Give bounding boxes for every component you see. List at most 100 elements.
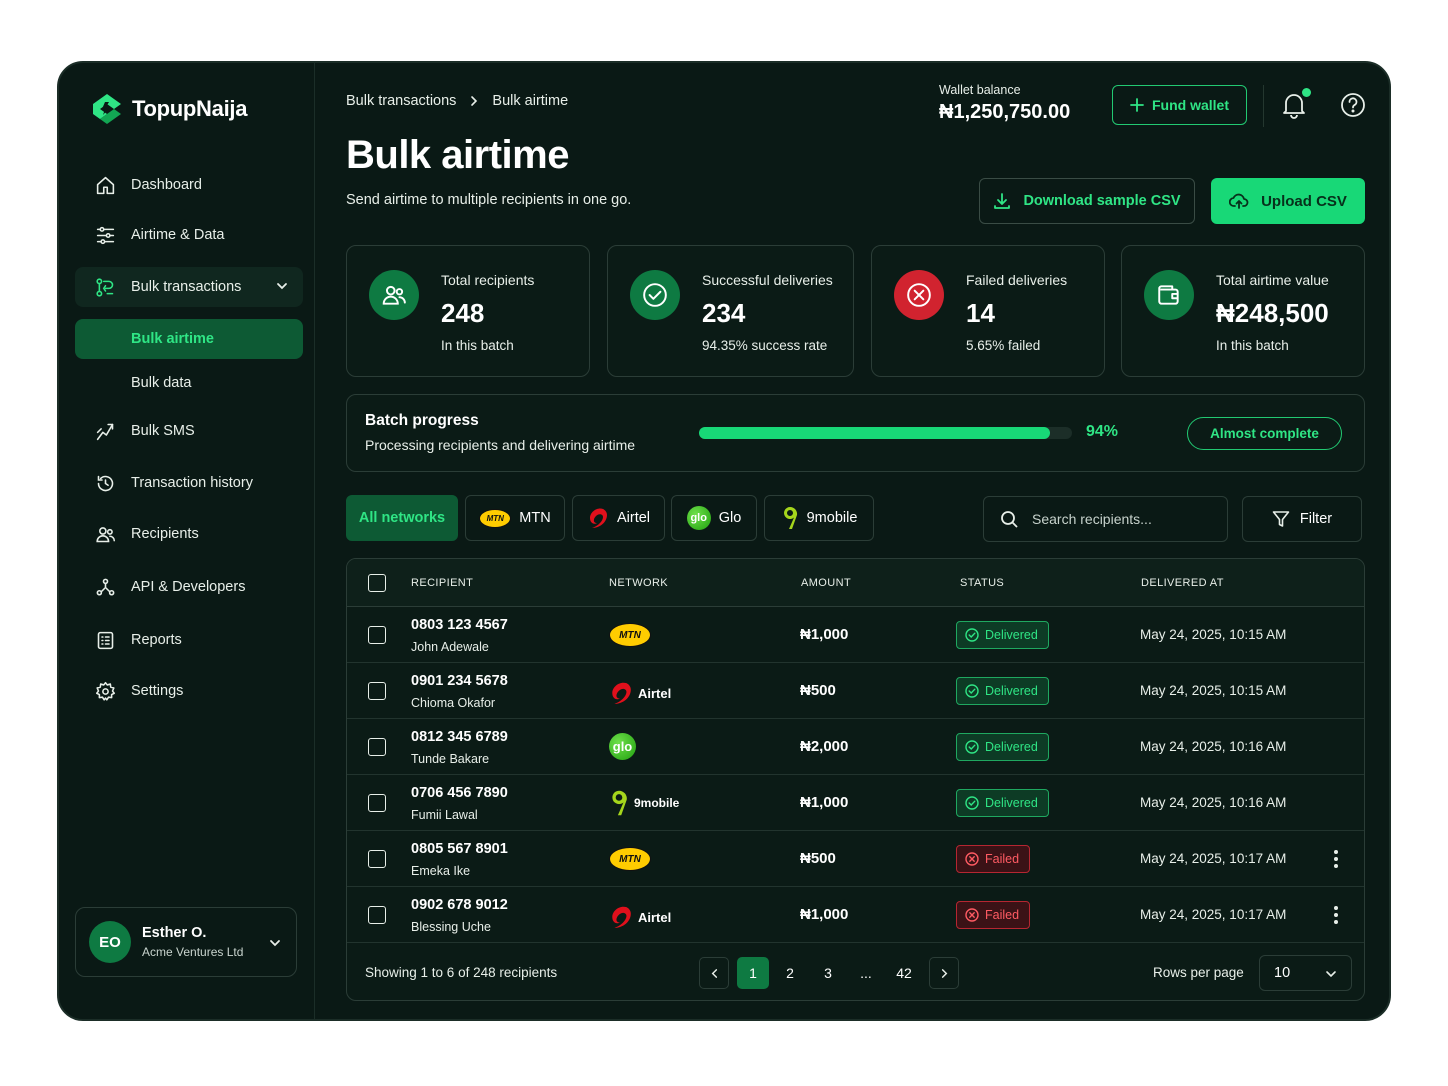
column-header-network[interactable]: NETWORK [609,577,668,589]
network-cell: MTN [609,847,651,871]
9mobile-logo-icon [783,506,797,529]
sliders-icon [94,224,116,246]
pagination-page-2[interactable]: 2 [775,957,805,989]
notification-dot [1302,88,1311,97]
sidebar-item-bulk-airtime[interactable]: Bulk airtime [75,319,303,359]
table-row[interactable]: 0902 678 9012 Blessing Uche Airtel ₦1,00… [347,887,1364,943]
column-header-amount[interactable]: AMOUNT [801,577,851,589]
rows-per-page-select[interactable]: 10 [1259,955,1352,991]
amount: ₦500 [800,682,836,699]
divider [1263,85,1264,127]
search-box[interactable] [983,496,1228,542]
users-icon [94,523,116,545]
app-window: TopupNaija Dashboard Airtime & Data Bulk… [57,61,1391,1021]
recipient-phone: 0901 234 5678 [411,673,508,689]
stat-sub: In this batch [441,338,514,353]
filter-chip-glo[interactable]: glo Glo [671,495,757,541]
select-all-checkbox[interactable] [368,574,386,592]
row-checkbox[interactable] [368,738,386,756]
lightning-icon [94,420,116,442]
x-circle-icon [894,270,944,320]
filter-chip-9mobile[interactable]: 9mobile [764,495,874,541]
sidebar-item-airtime-data[interactable]: Airtime & Data [75,215,303,255]
home-icon [94,174,116,196]
filter-chip-airtel[interactable]: Airtel [572,495,665,541]
sidebar-item-bulk-transactions[interactable]: Bulk transactions [75,267,303,307]
more-options-icon[interactable] [1331,904,1341,926]
check-circle-icon [965,740,979,754]
sidebar-item-dashboard[interactable]: Dashboard [75,165,303,205]
reports-icon [94,629,116,651]
filter-button[interactable]: Filter [1242,496,1362,542]
user-name: Esther O. [142,925,207,941]
stat-value: ₦248,500 [1216,298,1329,328]
amount: ₦1,000 [800,906,849,923]
breadcrumb-current: Bulk airtime [492,93,569,109]
filter-icon [1272,511,1290,527]
table-row[interactable]: 0803 123 4567 John Adewale MTN ₦1,000 De… [347,607,1364,663]
help-icon[interactable] [1340,92,1366,118]
table-row[interactable]: 0706 456 7890 Fumii Lawal 9mobile ₦1,000… [347,775,1364,831]
more-options-icon[interactable] [1331,848,1341,870]
sidebar-item-bulk-sms[interactable]: Bulk SMS [75,411,303,451]
x-circle-icon [965,908,979,922]
column-header-delivered-at[interactable]: DELIVERED AT [1141,577,1224,589]
row-checkbox[interactable] [368,794,386,812]
stat-card-successful-deliveries: Successful deliveries 234 94.35% success… [607,245,854,377]
check-circle-icon [965,684,979,698]
download-sample-csv-button[interactable]: Download sample CSV [979,178,1195,224]
chevron-down-icon [1326,971,1336,978]
x-circle-icon [965,852,979,866]
sidebar-item-label: Dashboard [131,177,202,193]
filter-chip-all-networks[interactable]: All networks [346,495,458,541]
logo[interactable]: TopupNaija [92,93,247,125]
table-row[interactable]: 0812 345 6789 Tunde Bakare glo ₦2,000 De… [347,719,1364,775]
upload-csv-button[interactable]: Upload CSV [1211,178,1365,224]
table-row[interactable]: 0805 567 8901 Emeka Ike MTN ₦500 Failed … [347,831,1364,887]
filter-label: Filter [1299,511,1333,527]
bulk-icon [94,276,116,298]
rows-per-page-value: 10 [1274,965,1291,981]
search-input[interactable] [1032,511,1212,527]
column-header-recipient[interactable]: RECIPIENT [411,577,473,589]
stat-card-failed-deliveries: Failed deliveries 14 5.65% failed [871,245,1105,377]
logo-icon [93,94,121,124]
airtel-logo-icon [612,906,631,928]
sidebar-item-recipients[interactable]: Recipients [75,514,303,554]
stat-value: 234 [702,298,746,328]
batch-progress-card: Batch progress Processing recipients and… [346,394,1365,472]
amount: ₦1,000 [800,794,849,811]
9mobile-logo-icon [612,790,627,816]
sidebar-item-transaction-history[interactable]: Transaction history [75,463,303,503]
pagination-page-3[interactable]: 3 [813,957,843,989]
stat-label: Total airtime value [1216,272,1329,288]
sidebar-item-api-developers[interactable]: API & Developers [75,567,303,607]
pagination-next-button[interactable] [929,957,959,989]
progress-fill [699,427,1050,439]
sidebar-item-reports[interactable]: Reports [75,620,303,660]
progress-title: Batch progress [365,412,479,429]
sidebar-item-bulk-data[interactable]: Bulk data [75,363,303,403]
pagination-page-42[interactable]: 42 [889,957,919,989]
check-circle-icon [965,796,979,810]
pagination-page-1[interactable]: 1 [737,957,769,989]
sidebar-item-label: Transaction history [131,475,253,491]
row-checkbox[interactable] [368,626,386,644]
stat-value: 248 [441,298,485,328]
user-menu[interactable]: EO Esther O. Acme Ventures Ltd [75,907,297,977]
pagination-prev-button[interactable] [699,957,729,989]
table-row[interactable]: 0901 234 5678 Chioma Okafor Airtel ₦500 … [347,663,1364,719]
sidebar-item-settings[interactable]: Settings [75,671,303,711]
chip-label: Glo [718,510,742,526]
wallet-icon [1144,270,1194,320]
filter-chip-mtn[interactable]: MTN MTN [465,495,565,541]
fund-wallet-button[interactable]: Fund wallet [1112,85,1247,125]
row-checkbox[interactable] [368,906,386,924]
mtn-logo-icon: MTN [479,508,512,528]
column-header-status[interactable]: STATUS [960,577,1004,589]
recipient-name: Blessing Uche [411,920,491,934]
breadcrumb-link-bulk-transactions[interactable]: Bulk transactions [346,93,456,109]
chevron-down-icon[interactable] [275,279,289,293]
row-checkbox[interactable] [368,682,386,700]
row-checkbox[interactable] [368,850,386,868]
